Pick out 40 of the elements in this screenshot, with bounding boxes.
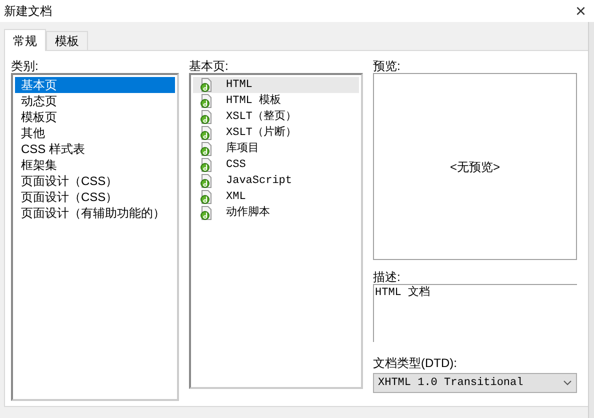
page-type-item[interactable]: HTML 模板: [193, 93, 359, 109]
category-item[interactable]: 框架集: [15, 157, 175, 173]
document-icon: [200, 110, 212, 124]
doctype-label: 文档类型(DTD):: [373, 355, 458, 370]
tab[interactable]: 模板: [46, 31, 88, 50]
category-label: 类别:: [11, 58, 40, 73]
tab[interactable]: 常规: [4, 29, 46, 51]
page-type-item[interactable]: HTML: [193, 77, 359, 93]
category-item[interactable]: 基本页: [15, 77, 175, 93]
document-icon: [200, 190, 212, 204]
close-button[interactable]: ×: [575, 2, 586, 20]
category-item[interactable]: 模板页: [15, 109, 175, 125]
page-type-label: 基本页:: [189, 58, 230, 73]
document-icon: [200, 158, 212, 172]
category-item[interactable]: 动态页: [15, 93, 175, 109]
chevron-down-icon: [563, 380, 572, 386]
document-icon: [200, 94, 212, 108]
page-type-item[interactable]: CSS: [193, 157, 359, 173]
preview-label: 预览:: [373, 58, 402, 73]
document-icon: [200, 78, 212, 92]
description-field: HTML 文档: [373, 284, 577, 342]
page-type-item[interactable]: JavaScript: [193, 173, 359, 189]
category-item[interactable]: 页面设计（CSS）: [15, 189, 175, 205]
category-item[interactable]: CSS 样式表: [15, 141, 175, 157]
document-icon: [200, 174, 212, 188]
page-type-item[interactable]: 动作脚本: [193, 205, 359, 221]
page-type-item[interactable]: XML: [193, 189, 359, 205]
page-type-item[interactable]: XSLT（片断）: [193, 125, 359, 141]
description-label: 描述:: [373, 269, 402, 284]
page-type-item[interactable]: 库项目: [193, 141, 359, 157]
category-item[interactable]: 其他: [15, 125, 175, 141]
page-type-item[interactable]: XSLT（整页）: [193, 109, 359, 125]
category-item[interactable]: 页面设计（CSS）: [15, 173, 175, 189]
window-title: 新建文档: [4, 3, 52, 20]
document-icon: [200, 142, 212, 156]
document-icon: [200, 206, 212, 220]
doctype-select[interactable]: XHTML 1.0 Transitional: [373, 373, 577, 393]
document-icon: [200, 126, 212, 140]
no-preview-text: <无预览>: [450, 158, 500, 176]
category-item[interactable]: 页面设计（有辅助功能的）: [15, 205, 175, 221]
